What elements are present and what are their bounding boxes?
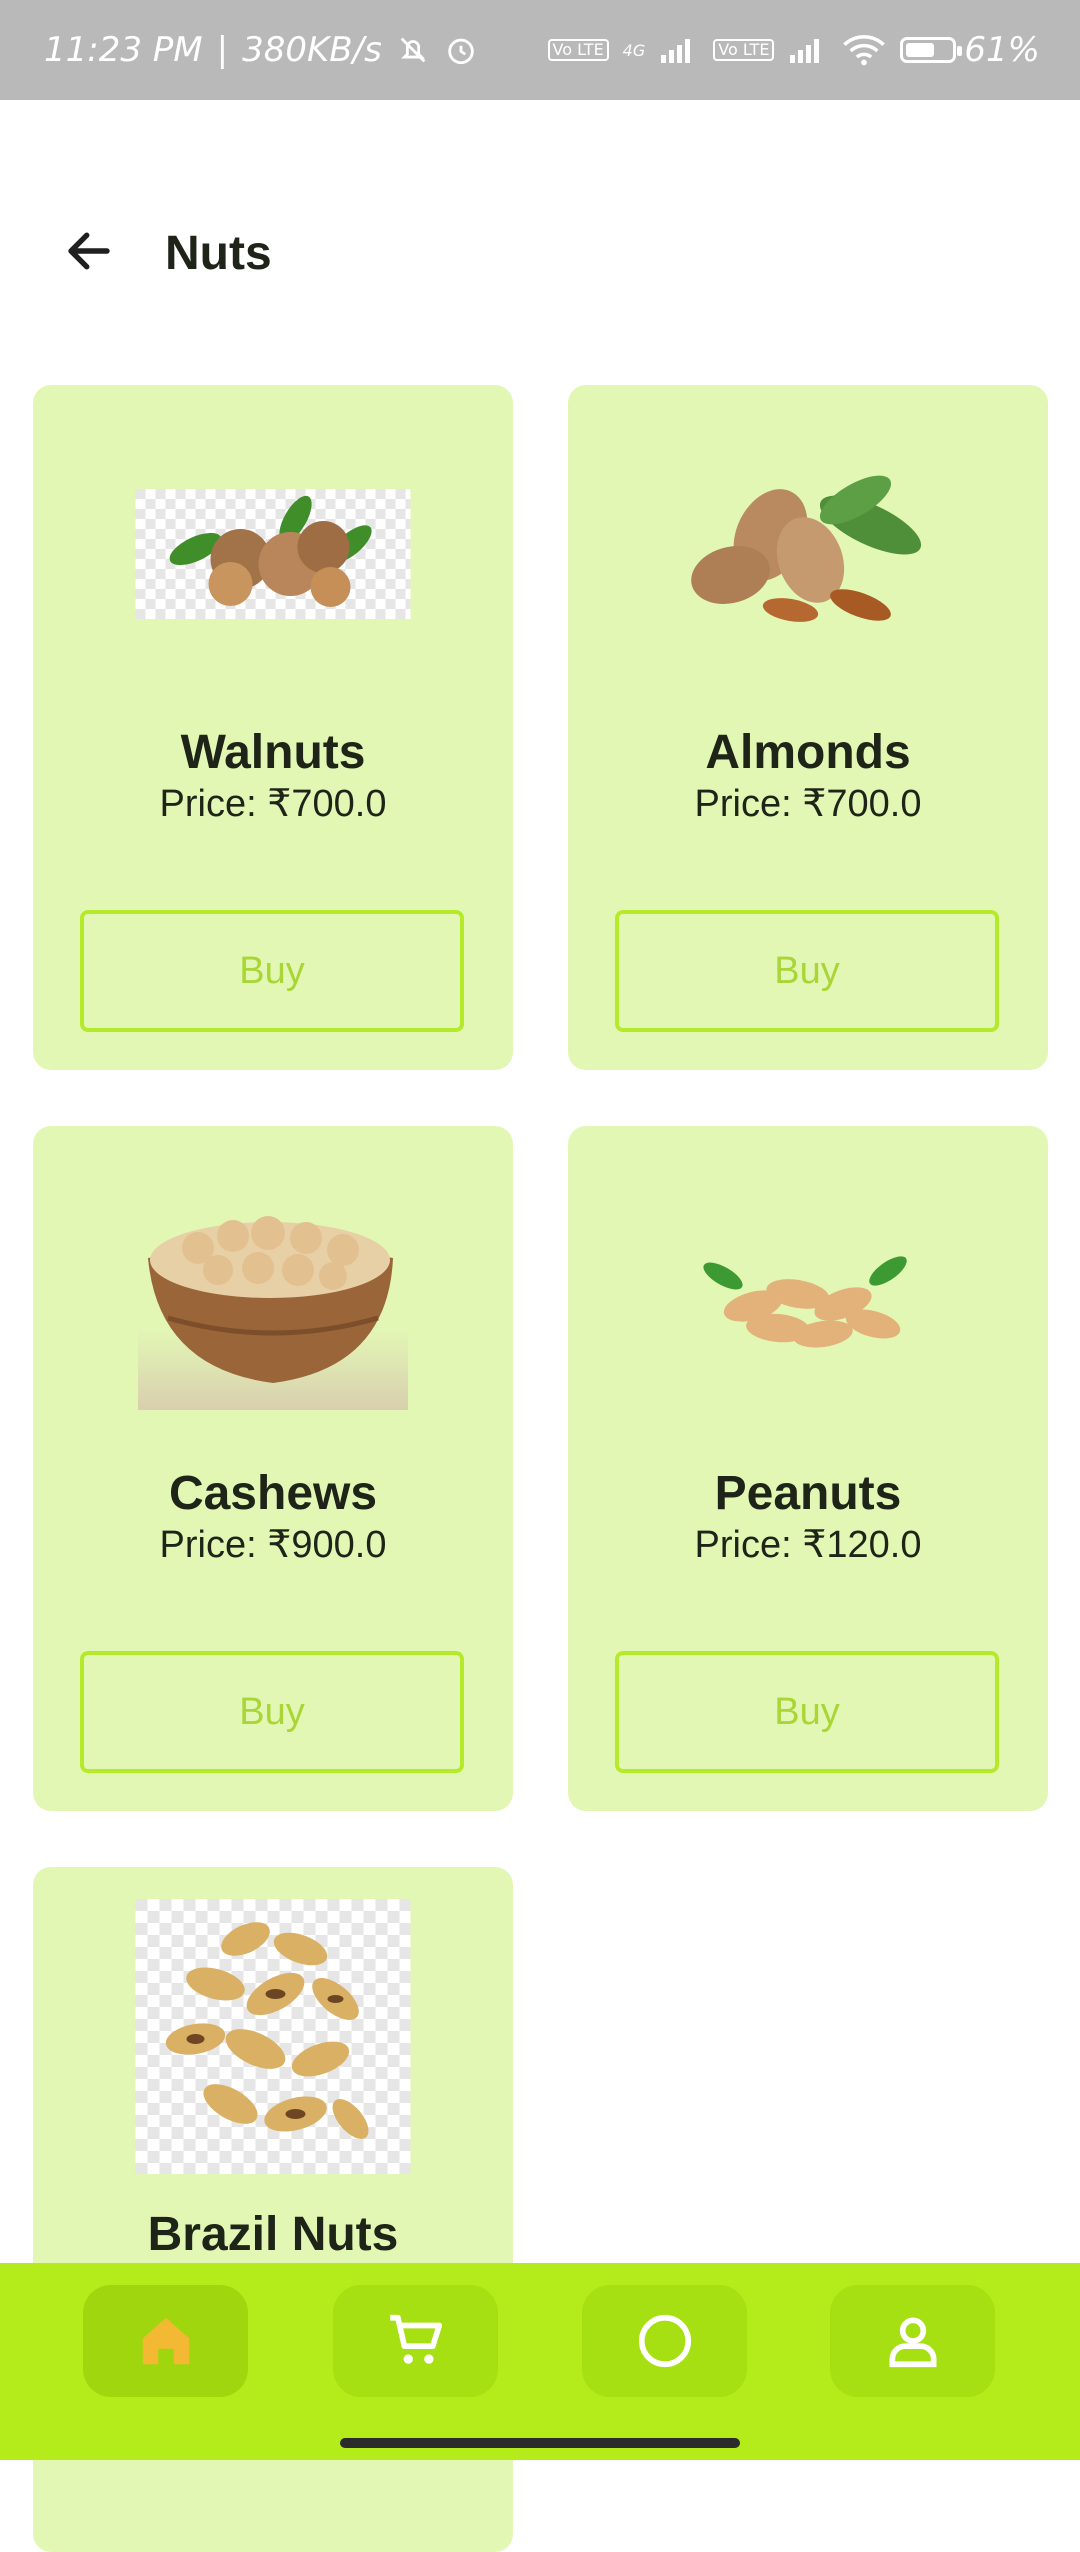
nav-profile-button[interactable] [830,2285,995,2397]
product-price: Price: ₹700.0 [159,783,387,825]
battery-icon [900,37,963,63]
volte-badge-2: Vo LTE [713,39,775,61]
status-speed: 380KB/s [242,30,382,70]
app-bar: Nuts [0,200,1080,310]
product-name: Walnuts [180,726,366,779]
wifi-icon [842,34,886,66]
product-name: Cashews [168,1467,378,1520]
bottom-navigation [0,2263,1080,2460]
bell-off-icon [396,33,430,67]
volte-badge: Vo LTE [547,39,609,61]
product-card-cashews[interactable]: Cashews Price: ₹900.0 Buy [33,1126,513,1811]
product-card-almonds[interactable]: Almonds Price: ₹700.0 Buy [568,385,1048,1070]
status-bar: 11:23 PM | 380KB/s Vo LTE 4G Vo LTE 61% [0,0,1080,100]
nav-cart-button[interactable] [333,2285,498,2397]
status-left: 11:23 PM | 380KB/s [44,30,478,70]
product-price: Price: ₹700.0 [694,783,922,825]
buy-button[interactable]: Buy [615,910,999,1032]
profile-icon [888,2317,937,2368]
brazil-nuts-image [135,1899,411,2174]
network-type: 4G [622,40,646,60]
product-name: Peanuts [714,1467,902,1520]
status-right: Vo LTE 4G Vo LTE 61% [547,30,1040,70]
walnuts-image [135,489,411,619]
circle-icon [638,2314,691,2368]
gesture-bar [340,2438,740,2448]
signal-icon [659,35,699,65]
battery-percent: 61% [964,30,1040,70]
signal-icon-2 [788,35,828,65]
product-card-peanuts[interactable]: Peanuts Price: ₹120.0 Buy [568,1126,1048,1811]
product-name: Almonds [705,726,911,779]
product-price: Price: ₹900.0 [159,1524,387,1566]
cashews-image [138,1178,408,1410]
buy-button[interactable]: Buy [615,1651,999,1773]
nav-home-button[interactable] [83,2285,248,2397]
buy-button[interactable]: Buy [80,910,464,1032]
product-price: Price: ₹120.0 [694,1524,922,1566]
cart-icon [389,2314,442,2364]
battery-indicator: 61% [900,30,1040,70]
arrow-left-icon [68,232,110,270]
alarm-icon [444,33,478,67]
page-title: Nuts [165,227,272,280]
nav-circle-button[interactable] [582,2285,747,2397]
product-name: Brazil Nuts [147,2208,399,2261]
buy-button[interactable]: Buy [80,1651,464,1773]
status-time: 11:23 PM [44,30,203,70]
product-card-walnuts[interactable]: Walnuts Price: ₹700.0 Buy [33,385,513,1070]
home-icon [142,2317,189,2365]
status-separator: | [216,30,229,70]
almonds-image [671,465,946,640]
peanuts-image [693,1246,923,1356]
back-button[interactable] [62,224,134,284]
